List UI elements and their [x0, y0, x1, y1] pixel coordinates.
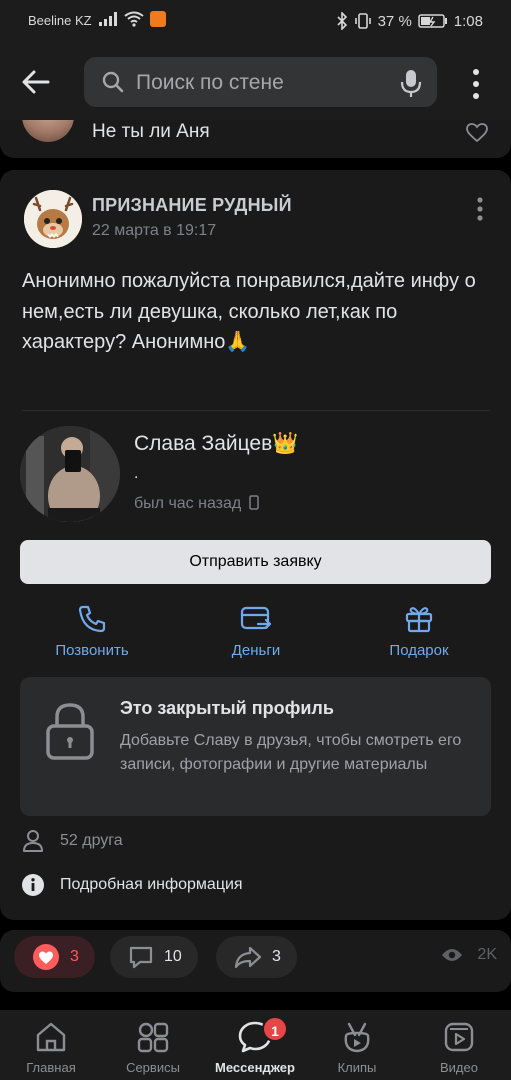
eye-icon [442, 949, 463, 961]
comment-icon [129, 946, 153, 969]
tab-services[interactable]: Сервисы [102, 1010, 204, 1080]
arrow-left-icon [22, 70, 50, 94]
battery-icon [418, 14, 447, 28]
money-transfer-icon [240, 606, 272, 630]
more-vertical-icon [477, 197, 483, 221]
microphone-icon[interactable] [399, 68, 423, 98]
friends-count-row[interactable]: 52 друга [22, 826, 123, 856]
unread-badge: 1 [262, 1016, 288, 1042]
status-bar: Beeline KZ 37 % 1:08 [0, 0, 511, 44]
post-date: 22 марта в 19:17 [92, 222, 217, 239]
previous-comment: Не ты ли Аня [0, 120, 511, 158]
app-notification-icon [150, 11, 166, 27]
profile-actions: Позвонить Деньги Подарок [0, 602, 511, 662]
detailed-info-label: Подробная информация [60, 876, 243, 893]
closed-profile-notice: Это закрытый профиль Добавьте Славу в др… [20, 677, 491, 816]
info-icon [22, 874, 44, 896]
vibrate-icon [354, 13, 371, 29]
clock: 1:08 [453, 12, 483, 30]
video-icon [444, 1022, 474, 1052]
closed-profile-description: Добавьте Славу в друзья, чтобы смотреть … [120, 732, 462, 773]
gift-label: Подарок [389, 642, 449, 659]
carrier-name: Beeline KZ [28, 13, 92, 28]
mobile-phone-icon [248, 495, 259, 510]
search-placeholder: Поиск по стене [136, 71, 284, 94]
send-friend-request-button[interactable]: Отправить заявку [20, 540, 491, 584]
last-seen-text: был час назад [134, 495, 242, 512]
comment-text: Не ты ли Аня [92, 121, 210, 142]
signal-icon [99, 12, 117, 26]
gift-icon [405, 607, 433, 633]
more-options-button[interactable] [466, 66, 486, 102]
wifi-icon [124, 11, 144, 27]
lock-icon [46, 703, 94, 760]
search-input[interactable]: Поиск по стене [84, 57, 437, 107]
tab-home-label: Главная [26, 1060, 76, 1075]
call-label: Позвонить [55, 642, 129, 659]
views-count: 2K [477, 946, 497, 963]
money-label: Деньги [231, 642, 281, 659]
search-header: Поиск по стене [0, 44, 511, 120]
profile-photo[interactable] [20, 426, 120, 522]
deer-mascot-icon [24, 190, 82, 248]
post-text: Анонимно пожалуйста понравился,дайте инф… [22, 270, 476, 353]
bluetooth-icon [337, 12, 347, 30]
clips-icon [344, 1022, 370, 1053]
share-button[interactable]: 3 [216, 936, 297, 978]
post-card: ПРИЗНАНИЕ РУДНЫЙ 22 марта в 19:17 Аноним… [0, 170, 511, 920]
comment-count: 10 [164, 948, 182, 965]
avatar[interactable] [22, 120, 74, 142]
heart-outline-icon[interactable] [466, 123, 488, 143]
back-button[interactable] [20, 66, 60, 100]
views-counter: 2K [441, 946, 497, 964]
search-icon [102, 71, 124, 93]
more-vertical-icon [473, 69, 479, 99]
share-icon [234, 946, 262, 969]
phone-icon [78, 605, 106, 633]
call-button[interactable]: Позвонить [22, 602, 162, 659]
gift-button[interactable]: Подарок [349, 602, 489, 659]
community-avatar[interactable] [24, 190, 82, 248]
tab-home[interactable]: Главная [0, 1010, 102, 1080]
post-menu-button[interactable] [474, 196, 486, 227]
tab-services-label: Сервисы [126, 1060, 180, 1075]
detailed-info-row[interactable]: Подробная информация [22, 870, 243, 900]
share-count: 3 [272, 948, 281, 965]
heart-filled-icon [33, 944, 59, 970]
tab-clips-label: Клипы [337, 1060, 377, 1075]
profile-photo-image [20, 426, 120, 522]
profile-status: . [134, 465, 139, 482]
tab-messenger[interactable]: Мессенджер [204, 1010, 306, 1080]
bottom-tab-bar: Главная Сервисы Мессенджер 1 Клипы Видео [0, 1010, 511, 1080]
tab-messenger-label: Мессенджер [215, 1060, 295, 1075]
battery-percent: 37 % [377, 12, 412, 30]
like-count: 3 [70, 948, 79, 965]
post-reactions: 3 10 3 2K [0, 930, 511, 992]
divider [22, 410, 490, 411]
post-author[interactable]: ПРИЗНАНИЕ РУДНЫЙ [92, 195, 292, 216]
tab-clips[interactable]: Клипы [306, 1010, 408, 1080]
tab-video[interactable]: Видео [408, 1010, 510, 1080]
last-seen: был час назад [134, 495, 259, 513]
money-button[interactable]: Деньги [186, 602, 326, 659]
user-icon [23, 830, 43, 852]
services-icon [137, 1022, 169, 1053]
comment-button[interactable]: 10 [110, 936, 198, 978]
profile-name[interactable]: Слава Зайцев👑 [134, 432, 298, 456]
tab-video-label: Видео [440, 1060, 478, 1075]
closed-profile-title: Это закрытый профиль [120, 698, 334, 718]
friends-count: 52 друга [60, 832, 123, 849]
like-button[interactable]: 3 [14, 936, 95, 978]
home-icon [36, 1022, 66, 1052]
